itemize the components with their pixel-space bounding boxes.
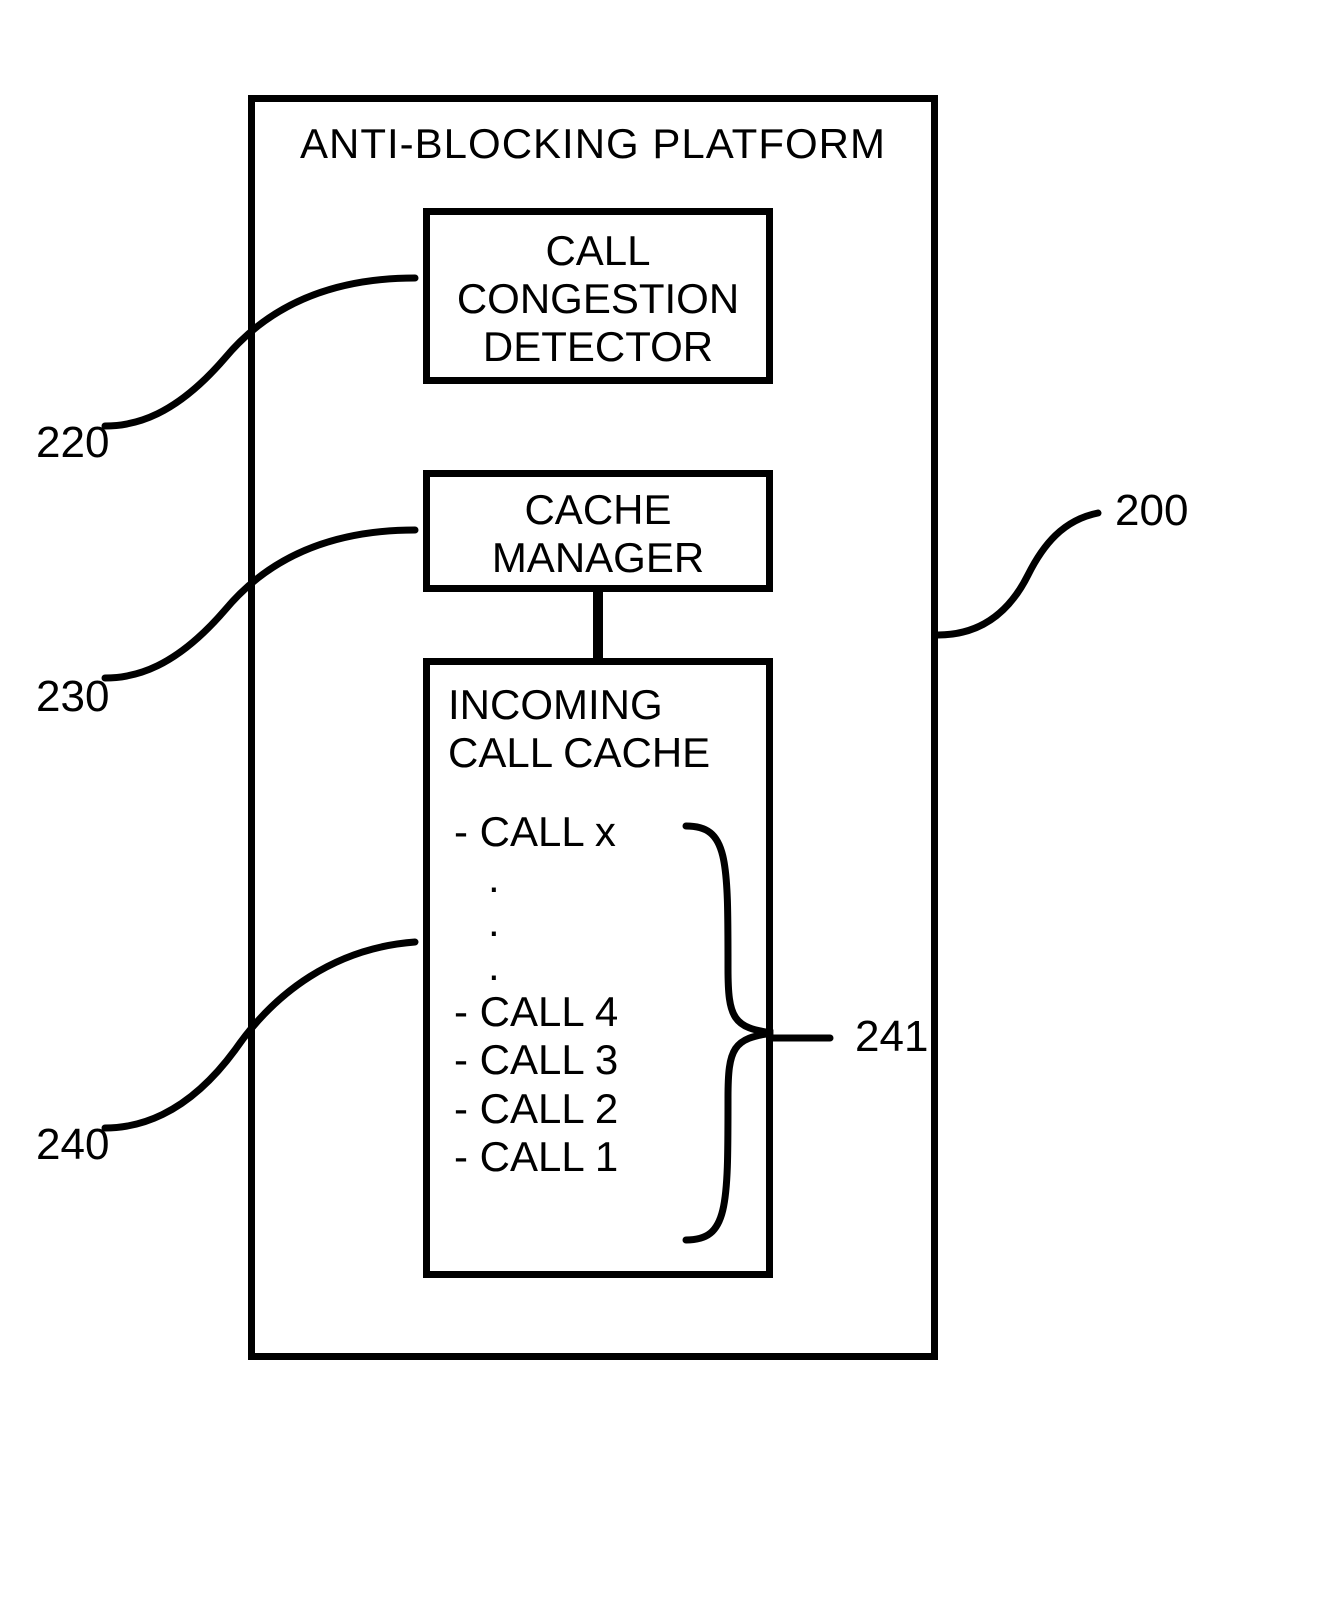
lead-240 <box>95 930 425 1140</box>
incoming-cache-title: INCOMING CALL CACHE <box>448 681 756 778</box>
ref-230: 230 <box>36 672 109 722</box>
ref-241: 241 <box>855 1012 928 1062</box>
lead-241 <box>770 1018 850 1058</box>
detector-box: CALL CONGESTION DETECTOR <box>423 208 773 384</box>
platform-title: ANTI-BLOCKING PLATFORM <box>255 120 931 168</box>
lead-200 <box>938 505 1138 645</box>
cache-manager-box: CACHE MANAGER <box>423 470 773 592</box>
connector-line <box>593 592 603 658</box>
lead-230 <box>95 520 425 690</box>
ref-240: 240 <box>36 1120 109 1170</box>
lead-220 <box>95 268 425 438</box>
cache-manager-label: CACHE MANAGER <box>492 486 704 583</box>
diagram-canvas: ANTI-BLOCKING PLATFORM CALL CONGESTION D… <box>0 0 1320 1599</box>
detector-label: CALL CONGESTION DETECTOR <box>457 227 739 372</box>
ref-200: 200 <box>1115 486 1188 536</box>
ref-220: 220 <box>36 418 109 468</box>
